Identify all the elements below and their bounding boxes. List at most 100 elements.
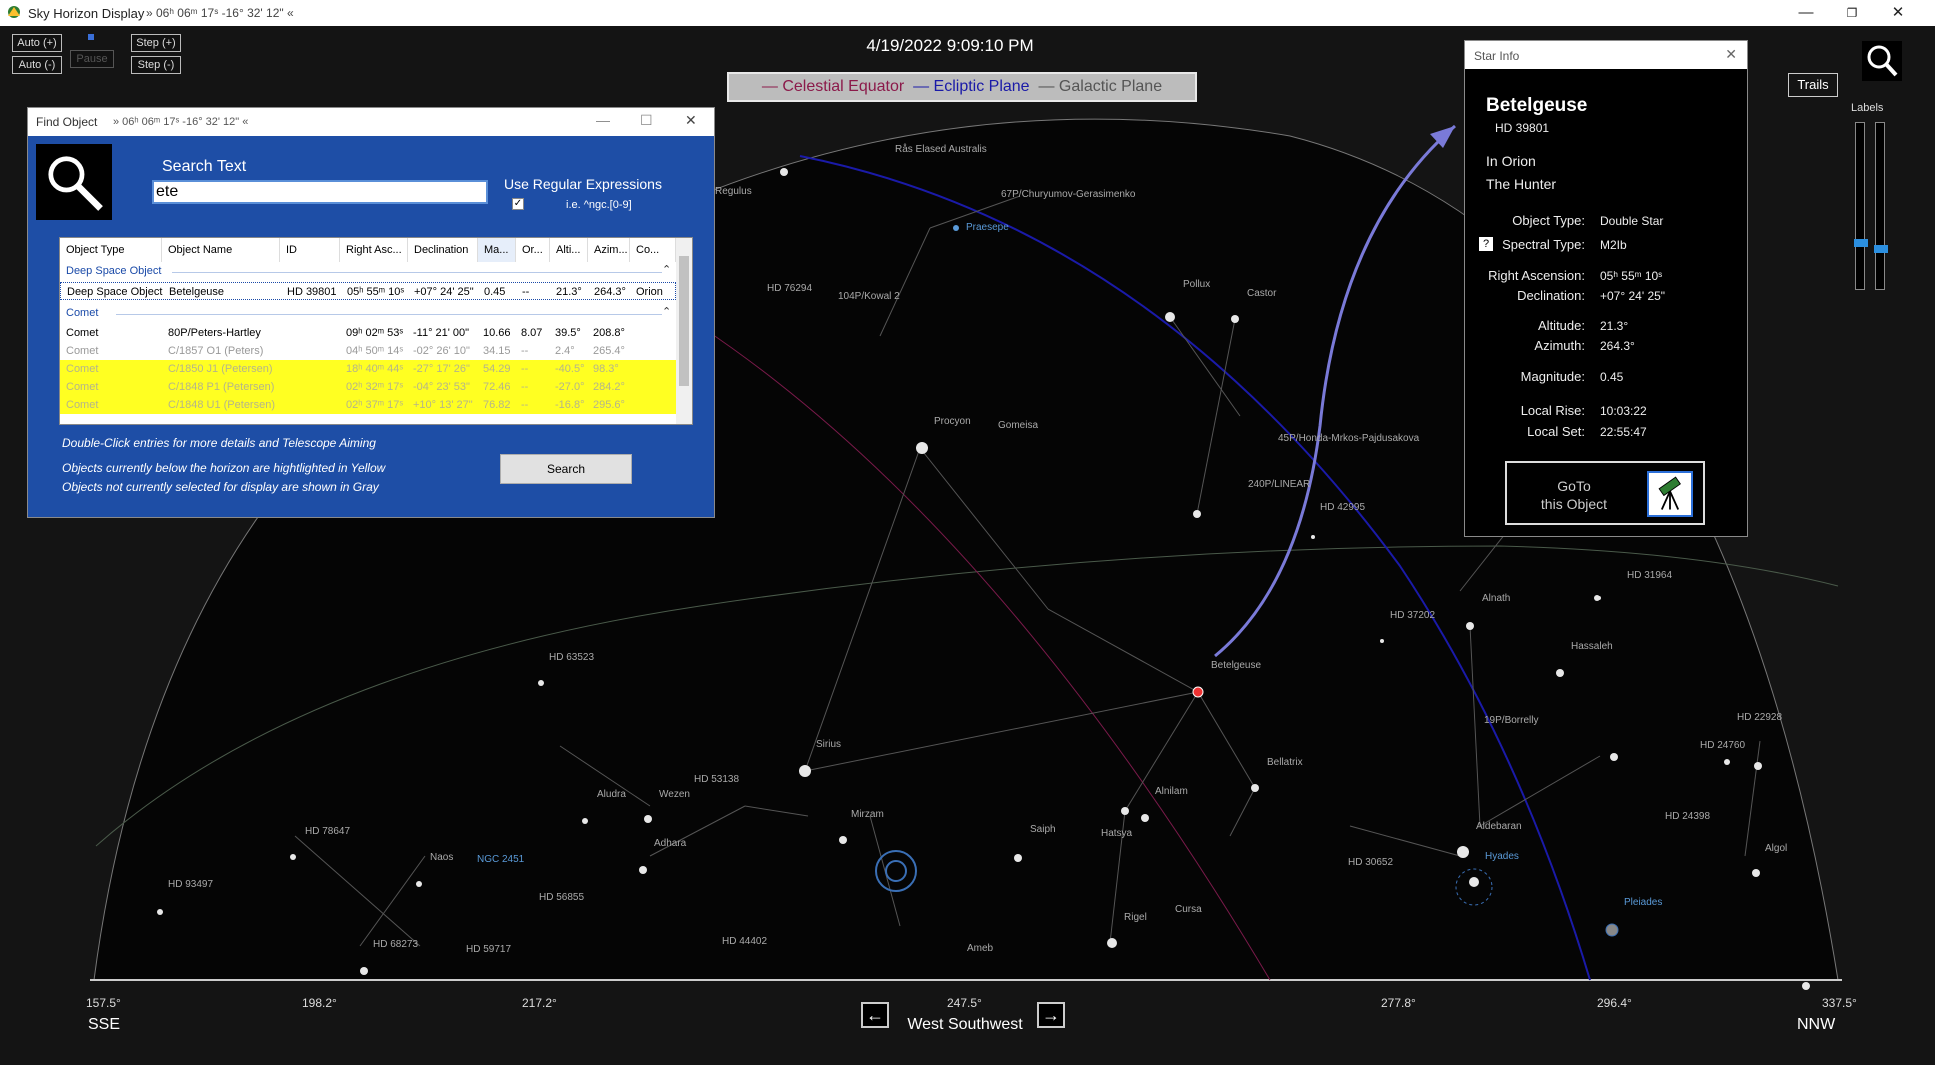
cell-alt: -27.0°	[555, 381, 585, 393]
table-row[interactable]: Deep Space Object Betelgeuse HD 39801 05…	[60, 282, 676, 300]
star-info-dialog: Star Info ✕ Betelgeuse HD 39801 In Orion…	[1464, 40, 1748, 537]
altitude-value: 21.3°	[1600, 319, 1629, 333]
group-deep-space[interactable]: Deep Space Object	[66, 265, 161, 277]
slider-thumb[interactable]	[1874, 245, 1888, 253]
app-icon	[8, 6, 20, 18]
scroll-thumb[interactable]	[679, 256, 689, 386]
hint-yellow: Objects currently below the horizon are …	[62, 461, 386, 475]
cell-az: 295.6°	[593, 399, 625, 411]
cell-type: Comet	[66, 381, 99, 393]
spectral-type-value: M2Ib	[1600, 238, 1627, 252]
cell-type: Deep Space Object	[67, 286, 163, 298]
star-id: HD 39801	[1495, 121, 1550, 135]
group-comet[interactable]: Comet	[66, 307, 98, 319]
restore-button[interactable]: ❐	[1829, 0, 1875, 26]
azimuth-tick: 217.2°	[522, 996, 557, 1010]
magnitude-value: 0.45	[1600, 370, 1624, 384]
pause-button[interactable]: Pause	[70, 50, 114, 68]
find-maximize-button[interactable]: ☐	[640, 112, 653, 129]
cell-mag: 76.82	[483, 399, 511, 411]
step-back-button[interactable]: Step (-)	[131, 56, 181, 74]
col-header-azimuth[interactable]: Azim...	[588, 238, 630, 262]
results-scrollbar[interactable]	[676, 238, 692, 424]
sky-label: Betelgeuse	[1211, 660, 1262, 671]
cell-dec: +10° 13' 27"	[413, 399, 473, 411]
collapse-icon[interactable]: ⌃	[662, 263, 671, 276]
group-divider	[116, 314, 662, 315]
sky-label: Bellatrix	[1267, 757, 1303, 768]
step-forward-button[interactable]: Step (+)	[131, 34, 181, 52]
sky-label: HD 56855	[539, 892, 585, 903]
results-table[interactable]: Object Type Object Name ID Right Asc... …	[59, 237, 693, 425]
table-row[interactable]: Comet C/1857 O1 (Peters) 04ʰ 50ᵐ 14ˢ -02…	[60, 342, 676, 360]
col-header-object-type[interactable]: Object Type	[60, 238, 162, 262]
table-row[interactable]: Comet 80P/Peters-Hartley 09ʰ 02ᵐ 53ˢ -11…	[60, 324, 676, 342]
star-info-close-button[interactable]: ✕	[1725, 46, 1737, 63]
sky-label: Praesepe	[966, 222, 1009, 233]
regex-checkbox[interactable]: ✓	[512, 198, 524, 210]
sky-label: Mirzam	[851, 809, 884, 820]
azimuth-tick: 296.4°	[1597, 996, 1632, 1010]
sky-label: Saiph	[1030, 824, 1056, 835]
cell-mag: 72.46	[483, 381, 511, 393]
goto-object-button[interactable]: GoTo this Object	[1505, 461, 1705, 525]
cell-ra: 02ʰ 32ᵐ 17ˢ	[346, 381, 404, 393]
sky-label: Hyades	[1485, 851, 1519, 862]
cell-ra: 02ʰ 37ᵐ 17ˢ	[346, 399, 404, 411]
object-type-value: Double Star	[1600, 214, 1664, 228]
galactic-legend: — Galactic Plane	[1038, 78, 1163, 95]
sky-label: Ameb	[967, 943, 994, 954]
col-header-object-name[interactable]: Object Name	[162, 238, 280, 262]
trails-button[interactable]: Trails	[1788, 73, 1838, 97]
search-text-label: Search Text	[162, 158, 247, 175]
slider-thumb[interactable]	[1854, 239, 1868, 247]
find-dialog-coords: » 06ʰ 06ᵐ 17ˢ -16° 32' 12" «	[113, 116, 249, 128]
altitude-label: Altitude:	[1538, 318, 1585, 333]
auto-forward-button[interactable]: Auto (+)	[12, 34, 62, 52]
pan-right-button[interactable]: →	[1037, 1002, 1065, 1028]
cell-name: C/1848 P1 (Petersen)	[168, 381, 275, 393]
cell-alt: -40.5°	[555, 363, 585, 375]
sky-label: Aludra	[597, 789, 626, 800]
auto-reverse-button[interactable]: Auto (-)	[12, 56, 62, 74]
cell-dec: -11° 21' 00"	[413, 327, 470, 339]
celestial-equator-legend: — Celestial Equator	[761, 78, 905, 95]
sky-label: HD 24398	[1665, 811, 1711, 822]
col-header-magnitude[interactable]: Ma...	[478, 238, 516, 262]
col-header-altitude[interactable]: Alti...	[550, 238, 588, 262]
cell-orbit: --	[521, 363, 529, 375]
search-input[interactable]	[152, 180, 488, 204]
col-header-constellation[interactable]: Co...	[630, 238, 676, 262]
cell-az: 265.4°	[593, 345, 625, 357]
sky-label: HD 44402	[722, 936, 768, 947]
table-row[interactable]: Comet C/1850 J1 (Petersen) 18ʰ 40ᵐ 44ˢ -…	[60, 360, 676, 378]
star-info-title: Star Info	[1474, 49, 1520, 63]
labels-slider-right[interactable]	[1874, 122, 1888, 290]
sky-label: HD 59717	[466, 944, 512, 955]
col-header-orbit[interactable]: Or...	[516, 238, 550, 262]
find-minimize-button[interactable]: —	[596, 112, 610, 128]
sky-label: Rigel	[1124, 912, 1147, 923]
search-button[interactable]: Search	[500, 454, 632, 484]
table-row[interactable]: Comet C/1848 U1 (Petersen) 02ʰ 37ᵐ 17ˢ +…	[60, 396, 676, 414]
close-button[interactable]: ✕	[1875, 0, 1921, 26]
col-header-declination[interactable]: Declination	[408, 238, 478, 262]
object-type-label: Object Type:	[1512, 213, 1585, 228]
col-header-id[interactable]: ID	[280, 238, 340, 262]
find-dialog-title: Find Object	[36, 115, 98, 129]
sky-label: 67P/Churyumov-Gerasimenko	[1001, 189, 1136, 200]
col-header-ra[interactable]: Right Asc...	[340, 238, 408, 262]
cell-dec: -27° 17' 26"	[413, 363, 470, 375]
sky-horizon-app: Sky Horizon Display » 06ʰ 06ᵐ 17ˢ -16° 3…	[0, 0, 1935, 1065]
search-icon[interactable]	[1862, 41, 1902, 81]
labels-slider-left[interactable]	[1854, 122, 1868, 290]
find-close-button[interactable]: ✕	[685, 112, 697, 129]
pan-left-button[interactable]: ←	[861, 1002, 889, 1028]
minimize-button[interactable]: —	[1783, 0, 1829, 26]
azimuth-tick: 198.2°	[302, 996, 337, 1010]
table-row[interactable]: Comet C/1848 P1 (Petersen) 02ʰ 32ᵐ 17ˢ -…	[60, 378, 676, 396]
collapse-icon[interactable]: ⌃	[662, 305, 671, 318]
hint-double-click: Double-Click entries for more details an…	[62, 436, 376, 450]
sky-label: HD 24760	[1700, 740, 1746, 751]
cell-az: 264.3°	[594, 286, 626, 298]
